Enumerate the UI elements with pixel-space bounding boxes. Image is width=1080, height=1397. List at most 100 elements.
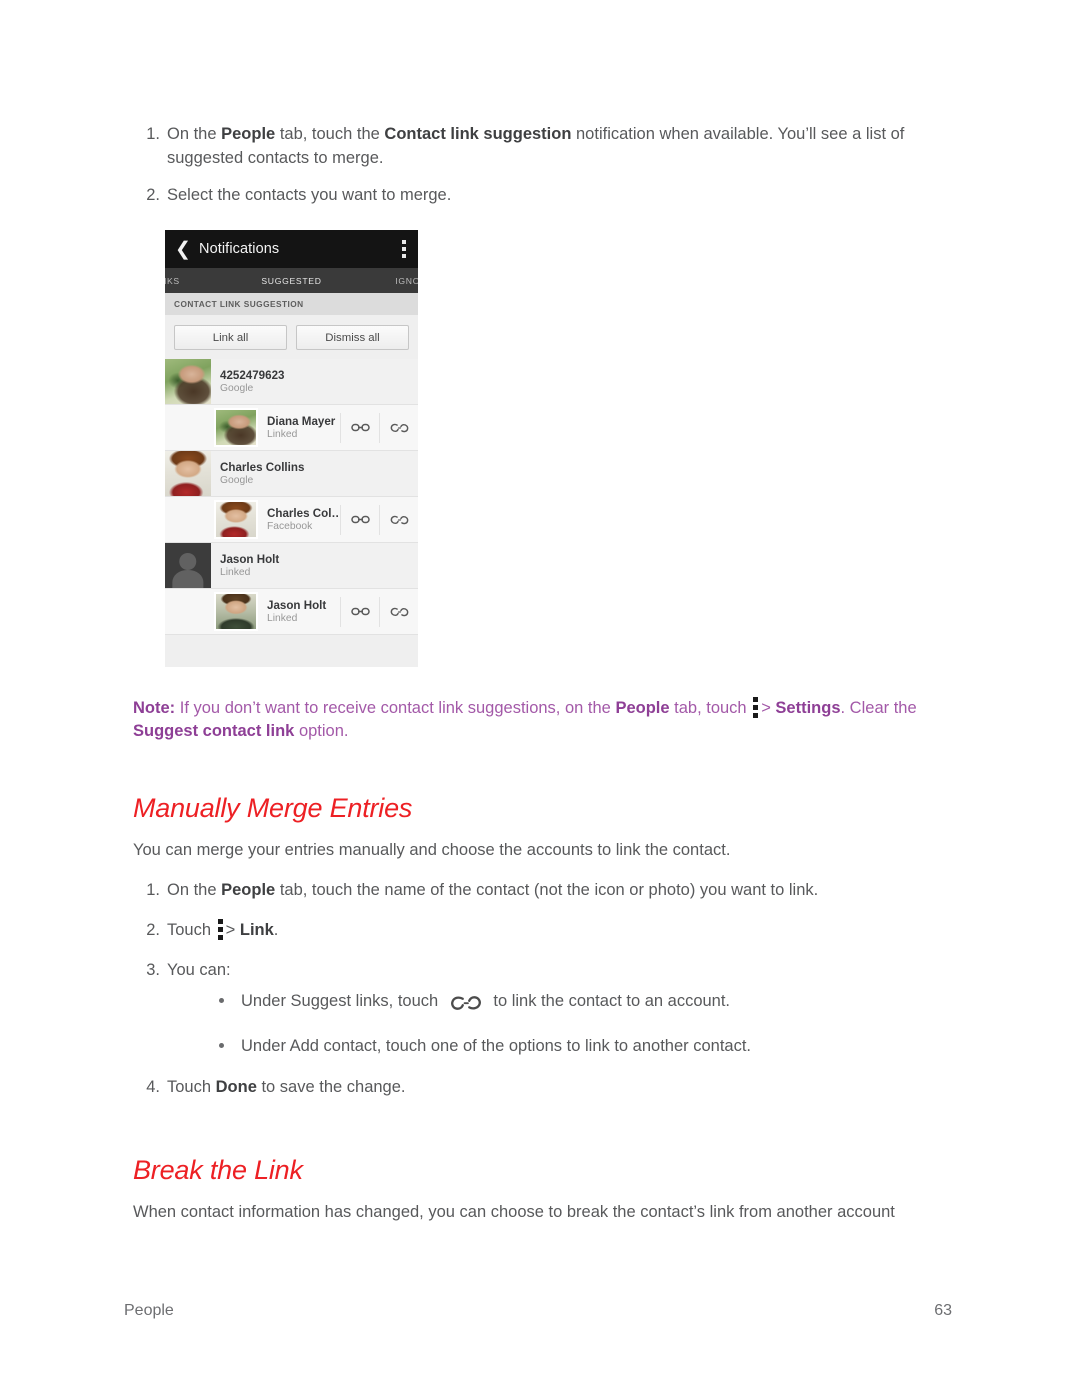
contact-account-source: Google <box>220 475 254 486</box>
footer-section-name: People <box>124 1302 174 1319</box>
paragraph-manually-merge-intro: You can merge your entries manually and … <box>133 841 731 859</box>
list-item: 2. Touch > Link. <box>133 918 943 942</box>
list-item-text: On the People tab, touch the name of the… <box>167 881 818 899</box>
footer-page-number: 63 <box>934 1302 952 1319</box>
body-text: to link the contact to an account. <box>488 992 731 1010</box>
list-item-text: Touch Done to save the change. <box>167 1078 405 1096</box>
contact-meta: Jason Holt Linked <box>258 589 340 634</box>
list-item: 1. On the People tab, touch the name of t… <box>133 878 943 902</box>
contact-row[interactable]: Jason Holt Linked <box>165 543 418 589</box>
bullet-item-text: Under Suggest links, touch to link the c… <box>241 992 730 1010</box>
body-text: You can: <box>167 961 231 979</box>
overflow-menu-icon[interactable] <box>217 919 225 940</box>
body-text: > <box>761 699 776 717</box>
contact-name: Jason Holt <box>220 553 280 566</box>
steps-manual-merge: 1. On the People tab, touch the name of t… <box>133 878 943 1115</box>
document-page: 1. On the People tab, touch the Contact l… <box>0 0 1080 1397</box>
link-all-button[interactable]: Link all <box>174 325 287 350</box>
list-item: 1. On the People tab, touch the Contact l… <box>133 122 943 170</box>
emphasis-text: Settings <box>775 699 841 717</box>
emphasis-text: People <box>615 699 670 717</box>
contact-meta: 4252479623 Google <box>211 359 418 404</box>
overflow-menu-icon[interactable] <box>753 697 760 718</box>
contact-account-source: Facebook <box>267 521 313 532</box>
break-link-icon[interactable] <box>379 596 418 627</box>
link-icon[interactable] <box>340 596 379 627</box>
body-text: Under Add contact, touch one of the opti… <box>241 1037 752 1055</box>
body-text: Touch <box>167 1078 216 1096</box>
note-paragraph: Note: If you don’t want to receive conta… <box>133 697 945 743</box>
contact-row[interactable]: Jason Holt Linked <box>165 589 418 635</box>
emphasis-text: Suggest contact link <box>133 722 295 740</box>
contact-row[interactable]: Diana Mayer Linked <box>165 405 418 451</box>
link-icon[interactable] <box>340 412 379 443</box>
screenshot-contact-list: 4252479623 Google Diana Mayer Linked Charles… <box>165 359 418 635</box>
list-item-number: 4. <box>146 1078 160 1096</box>
body-text: On the <box>167 881 222 899</box>
list-item: 4. Touch Done to save the change. <box>133 1075 943 1099</box>
emphasis-text: Link <box>239 921 274 939</box>
avatar[interactable] <box>165 359 211 404</box>
emphasis-text: People <box>221 881 276 899</box>
body-text: . <box>273 921 279 939</box>
link-icon[interactable] <box>340 504 379 535</box>
note-label: Note: <box>133 699 176 717</box>
row-actions <box>340 497 418 542</box>
list-item-text: Select the contacts you want to merge. <box>167 186 451 204</box>
body-text: tab, touch <box>669 699 752 717</box>
screenshot-bulk-actions: Link all Dismiss all <box>165 315 418 359</box>
contact-meta: Charles Collins Google <box>211 451 418 496</box>
overflow-menu-icon[interactable] <box>402 240 406 258</box>
bulleted-sublist: Under Suggest links, touch to link the c… <box>207 988 943 1059</box>
chevron-left-icon[interactable]: ❮ <box>173 240 193 259</box>
screenshot-action-bar: ❮ Notifications <box>165 230 418 268</box>
body-text: Under Suggest links, touch <box>241 992 443 1010</box>
avatar[interactable] <box>165 451 211 496</box>
avatar[interactable] <box>165 543 211 588</box>
contact-name: Charles Col… <box>267 507 340 520</box>
paragraph-break-the-link-intro: When contact information has changed, yo… <box>133 1203 895 1221</box>
avatar[interactable] <box>214 500 258 539</box>
screenshot-section-header: CONTACT LINK SUGGESTION <box>165 293 418 315</box>
heading-break-the-link: Break the Link <box>133 1155 303 1185</box>
contact-name: Diana Mayer <box>267 415 336 428</box>
list-item-number: 2. <box>146 921 160 939</box>
contact-row[interactable]: Charles Collins Google <box>165 451 418 497</box>
body-text: > <box>225 921 240 939</box>
avatar[interactable] <box>214 408 258 447</box>
dismiss-all-button[interactable]: Dismiss all <box>296 325 409 350</box>
contact-name: 4252479623 <box>220 369 285 382</box>
ordered-list-manual-merge: 1. On the People tab, touch the name of t… <box>133 878 943 1099</box>
list-item-number: 2. <box>146 186 160 204</box>
break-link-icon[interactable] <box>379 412 418 443</box>
emphasis-text: People <box>221 125 276 143</box>
break-link-icon[interactable] <box>450 993 482 1019</box>
link-icon-svg <box>350 515 370 524</box>
contact-meta: Jason Holt Linked <box>211 543 418 588</box>
contact-account-source: Google <box>220 383 254 394</box>
tab-links[interactable]: INKS <box>165 276 180 286</box>
contact-account-source: Linked <box>267 429 298 440</box>
body-text: Select the contacts you want to merge. <box>167 186 452 204</box>
emphasis-text: Done <box>215 1078 257 1096</box>
list-item: 2. Select the contacts you want to merge. <box>133 183 943 207</box>
tab-ignored[interactable]: IGNOR <box>395 276 418 286</box>
link-icon-svg <box>350 423 370 432</box>
break-link-icon-svg <box>390 607 408 616</box>
contact-name: Charles Collins <box>220 461 305 474</box>
contact-row[interactable]: 4252479623 Google <box>165 359 418 405</box>
row-actions <box>340 405 418 450</box>
tab-suggested[interactable]: SUGGESTED <box>261 276 321 286</box>
body-text: tab, touch the name of the contact (not … <box>275 881 819 899</box>
body-text: . Clear the <box>840 699 917 717</box>
row-indent <box>165 589 214 634</box>
heading-manually-merge-entries: Manually Merge Entries <box>133 793 413 823</box>
contact-row[interactable]: Charles Col… Facebook <box>165 497 418 543</box>
break-link-icon[interactable] <box>379 504 418 535</box>
emphasis-text: Contact link suggestion <box>384 125 572 143</box>
body-text: If you don’t want to receive contact lin… <box>175 699 616 717</box>
list-item-text: You can: <box>167 961 231 979</box>
body-text: Touch <box>167 921 216 939</box>
avatar[interactable] <box>214 592 258 631</box>
phone-screenshot: ❮ Notifications INKS SUGGESTED IGNOR CON… <box>165 230 418 667</box>
